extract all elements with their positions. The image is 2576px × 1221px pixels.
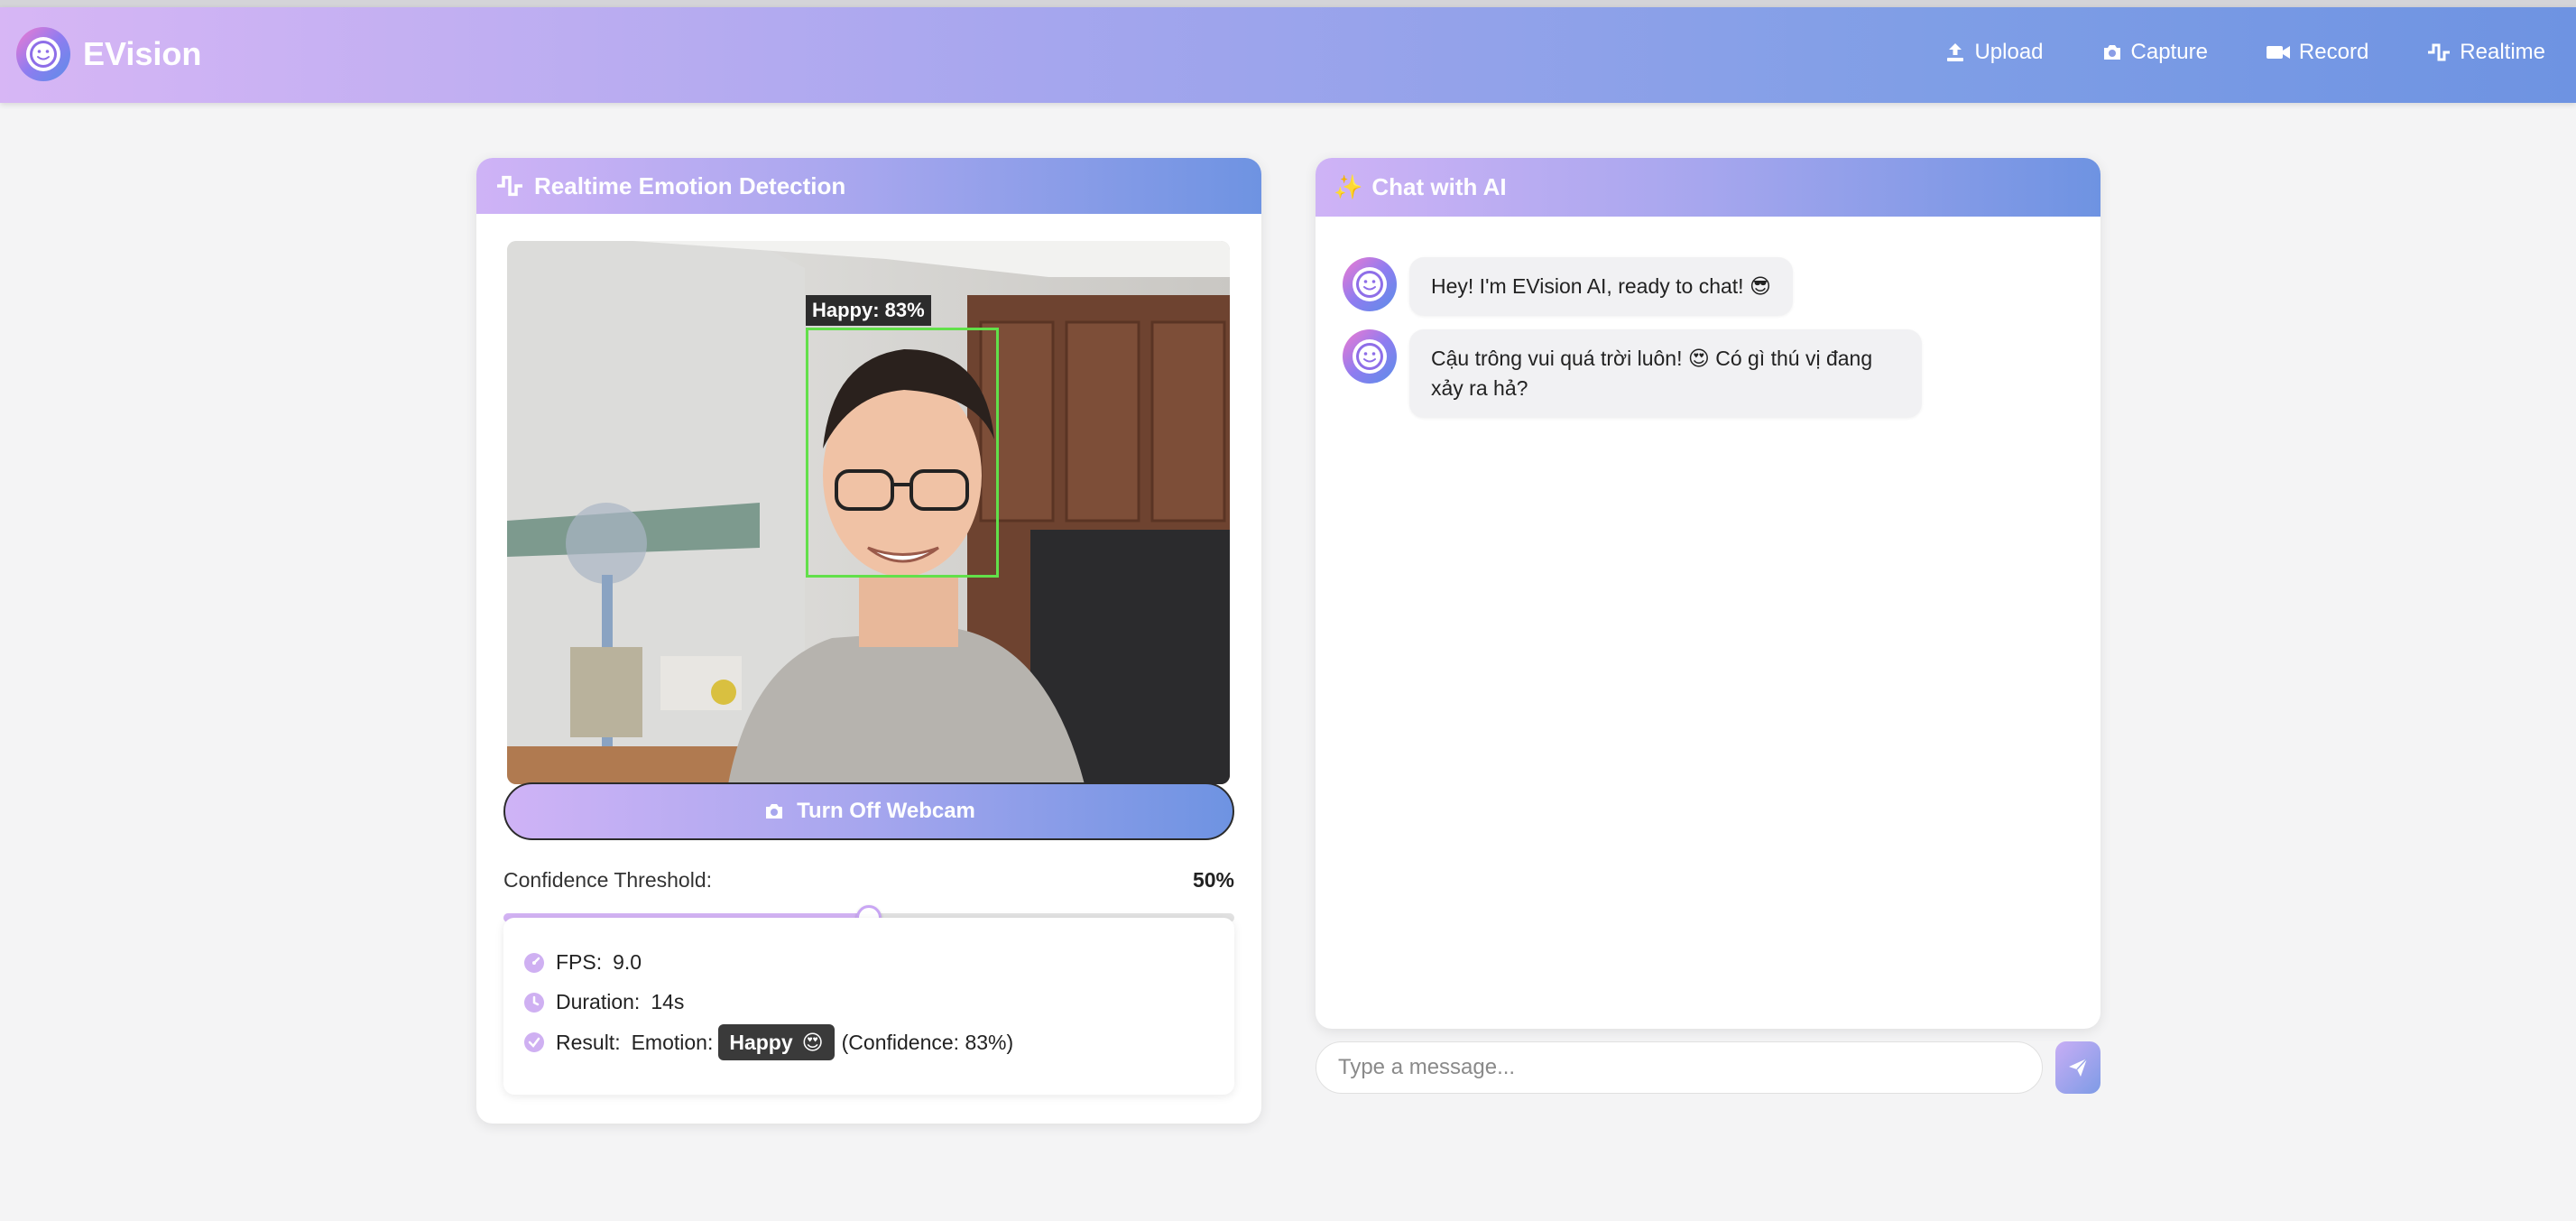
- duration-value: 14s: [651, 990, 685, 1013]
- pulse-icon: [2428, 43, 2451, 61]
- nav-realtime[interactable]: Realtime: [2426, 40, 2545, 65]
- eye-logo-icon: [1353, 267, 1387, 301]
- navbar: EVision Upload Capture Record Realtime: [0, 7, 2576, 103]
- chat-title: Chat with AI: [1371, 173, 1507, 200]
- webcam-feed: Happy: 83%: [507, 241, 1230, 784]
- sparkle-icon: ✨: [1334, 173, 1363, 200]
- threshold-value: 50%: [1192, 868, 1234, 892]
- chat-message-input[interactable]: [1316, 1041, 2043, 1094]
- window-top-border: [0, 0, 2576, 7]
- emotion-value: Happy: [729, 1030, 793, 1054]
- send-button[interactable]: [2055, 1041, 2101, 1094]
- nav-upload[interactable]: Upload: [1944, 40, 2044, 65]
- upload-icon: [1947, 43, 1964, 61]
- camera-icon: [2103, 45, 2120, 60]
- fps-label: FPS:: [556, 950, 603, 974]
- brand[interactable]: EVision: [16, 27, 201, 81]
- ai-avatar: [1343, 329, 1397, 384]
- chat-bubble: Cậu trông vui quá trời luôn! 😍 Có gì thú…: [1409, 329, 1922, 418]
- nav-capture-label: Capture: [2130, 40, 2208, 64]
- nav-realtime-label: Realtime: [2460, 40, 2545, 64]
- turn-off-webcam-button[interactable]: Turn Off Webcam: [503, 782, 1234, 840]
- webcam-button-label: Turn Off Webcam: [797, 799, 975, 823]
- nav-upload-label: Upload: [1974, 40, 2044, 64]
- chat-card: ✨ Chat with AI Hey! I'm EVision AI, read…: [1316, 158, 2101, 1029]
- detection-header: Realtime Emotion Detection: [476, 158, 1261, 214]
- emotion-label: Emotion:: [631, 1030, 714, 1054]
- duration-row: Duration: 14s: [523, 990, 684, 1014]
- pulse-icon: [497, 175, 522, 197]
- nav-record-label: Record: [2298, 40, 2369, 64]
- camera-icon: [766, 804, 783, 819]
- duration-label: Duration:: [556, 990, 641, 1013]
- ai-avatar: [1343, 257, 1397, 311]
- confidence-text: (Confidence: 83%): [841, 1030, 1014, 1054]
- chat-header: ✨ Chat with AI: [1316, 158, 2101, 217]
- nav-capture[interactable]: Capture: [2101, 40, 2208, 65]
- eye-logo-icon: [16, 27, 70, 81]
- check-circle-icon: [524, 1032, 544, 1052]
- realtime-detection-card: Realtime Emotion Detection Happy: 83% Tu…: [476, 158, 1261, 1124]
- nav-links: Upload Capture Record Realtime: [1887, 40, 2545, 65]
- face-bounding-box: [806, 328, 999, 578]
- threshold-label: Confidence Threshold:: [503, 868, 712, 892]
- clock-icon: [524, 992, 544, 1013]
- chat-message: Cậu trông vui quá trời luôn! 😍 Có gì thú…: [1343, 329, 1922, 418]
- eye-logo-icon: [1353, 339, 1387, 374]
- app-name: EVision: [83, 35, 202, 72]
- result-label: Result:: [556, 1030, 621, 1054]
- result-row: Result: Emotion: Happy 😍 (Confidence: 83…: [523, 1024, 1013, 1060]
- fps-row: FPS: 9.0: [523, 950, 642, 975]
- face-emotion-label: Happy: 83%: [806, 295, 931, 326]
- chat-bubble: Hey! I'm EVision AI, ready to chat! 😎: [1409, 257, 1793, 316]
- video-icon: [2266, 46, 2290, 59]
- chat-message: Hey! I'm EVision AI, ready to chat! 😎: [1343, 257, 1793, 316]
- detection-stats-panel: FPS: 9.0 Duration: 14s Result: Emotion: …: [503, 918, 1234, 1095]
- gauge-icon: [524, 952, 544, 973]
- detection-title: Realtime Emotion Detection: [534, 171, 846, 199]
- nav-record[interactable]: Record: [2266, 40, 2368, 65]
- emotion-badge: Happy 😍: [718, 1024, 835, 1060]
- paper-plane-icon: [2069, 1058, 2088, 1077]
- emotion-emoji: 😍: [801, 1030, 824, 1054]
- fps-value: 9.0: [613, 950, 642, 974]
